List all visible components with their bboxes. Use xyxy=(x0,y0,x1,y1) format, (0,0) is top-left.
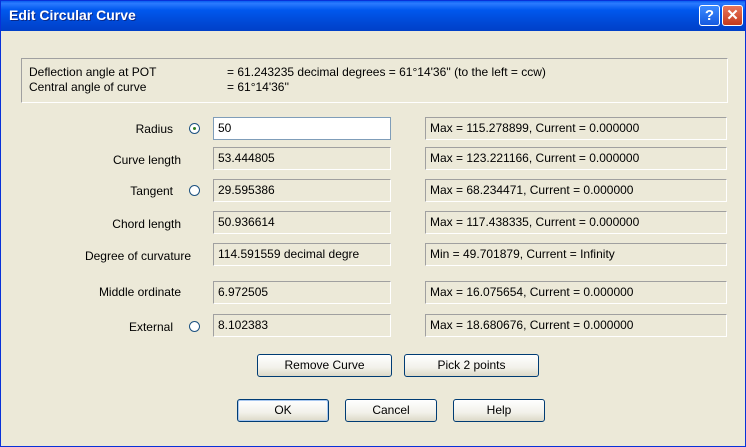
radius-radio[interactable] xyxy=(189,123,200,134)
tangent-label: Tangent xyxy=(130,184,173,198)
chord-length-status: Max = 117.438335, Current = 0.000000 xyxy=(425,211,727,234)
pick-2-points-button[interactable]: Pick 2 points xyxy=(404,354,539,377)
help-icon[interactable]: ? xyxy=(699,5,720,26)
external-radio[interactable] xyxy=(189,321,200,332)
degree-of-curvature-field: 114.591559 decimal degre xyxy=(213,243,391,266)
external-status: Max = 18.680676, Current = 0.000000 xyxy=(425,314,727,337)
tangent-radio[interactable] xyxy=(189,185,200,196)
radius-label: Radius xyxy=(135,122,173,136)
curve-length-status: Max = 123.221166, Current = 0.000000 xyxy=(425,147,727,170)
curve-length-label: Curve length xyxy=(112,153,181,167)
middle-ordinate-status: Max = 16.075654, Current = 0.000000 xyxy=(425,281,727,304)
chord-length-field: 50.936614 xyxy=(213,211,391,234)
ok-button[interactable]: OK xyxy=(237,399,329,422)
title-bar: Edit Circular Curve ? ✕ xyxy=(1,1,745,31)
deflection-angle-value: = 61.243235 decimal degrees = 61°14'36''… xyxy=(227,65,546,79)
degree-of-curvature-status: Min = 49.701879, Current = Infinity xyxy=(425,243,727,266)
central-angle-label: Central angle of curve xyxy=(29,80,147,94)
help-button[interactable]: Help xyxy=(453,399,545,422)
degree-of-curvature-label: Degree of curvature xyxy=(84,249,191,263)
tangent-field: 29.595386 xyxy=(213,179,391,202)
tangent-status: Max = 68.234471, Current = 0.000000 xyxy=(425,179,727,202)
cancel-button[interactable]: Cancel xyxy=(345,399,437,422)
middle-ordinate-label: Middle ordinate xyxy=(98,285,181,299)
edit-circular-curve-dialog: Edit Circular Curve ? ✕ Deflection angle… xyxy=(0,0,746,447)
deflection-angle-label: Deflection angle at POT xyxy=(29,65,157,79)
remove-curve-button[interactable]: Remove Curve xyxy=(257,354,392,377)
middle-ordinate-field: 6.972505 xyxy=(213,281,391,304)
curve-length-field: 53.444805 xyxy=(213,147,391,170)
radius-input[interactable]: 50 xyxy=(213,117,391,140)
external-field: 8.102383 xyxy=(213,314,391,337)
close-icon[interactable]: ✕ xyxy=(722,5,743,26)
radius-status: Max = 115.278899, Current = 0.000000 xyxy=(425,117,727,140)
angle-info-panel: Deflection angle at POT = 61.243235 deci… xyxy=(21,58,728,103)
external-label: External xyxy=(128,320,173,334)
dialog-title: Edit Circular Curve xyxy=(9,7,136,23)
chord-length-label: Chord length xyxy=(112,217,181,231)
central-angle-value: = 61°14'36'' xyxy=(227,80,290,94)
